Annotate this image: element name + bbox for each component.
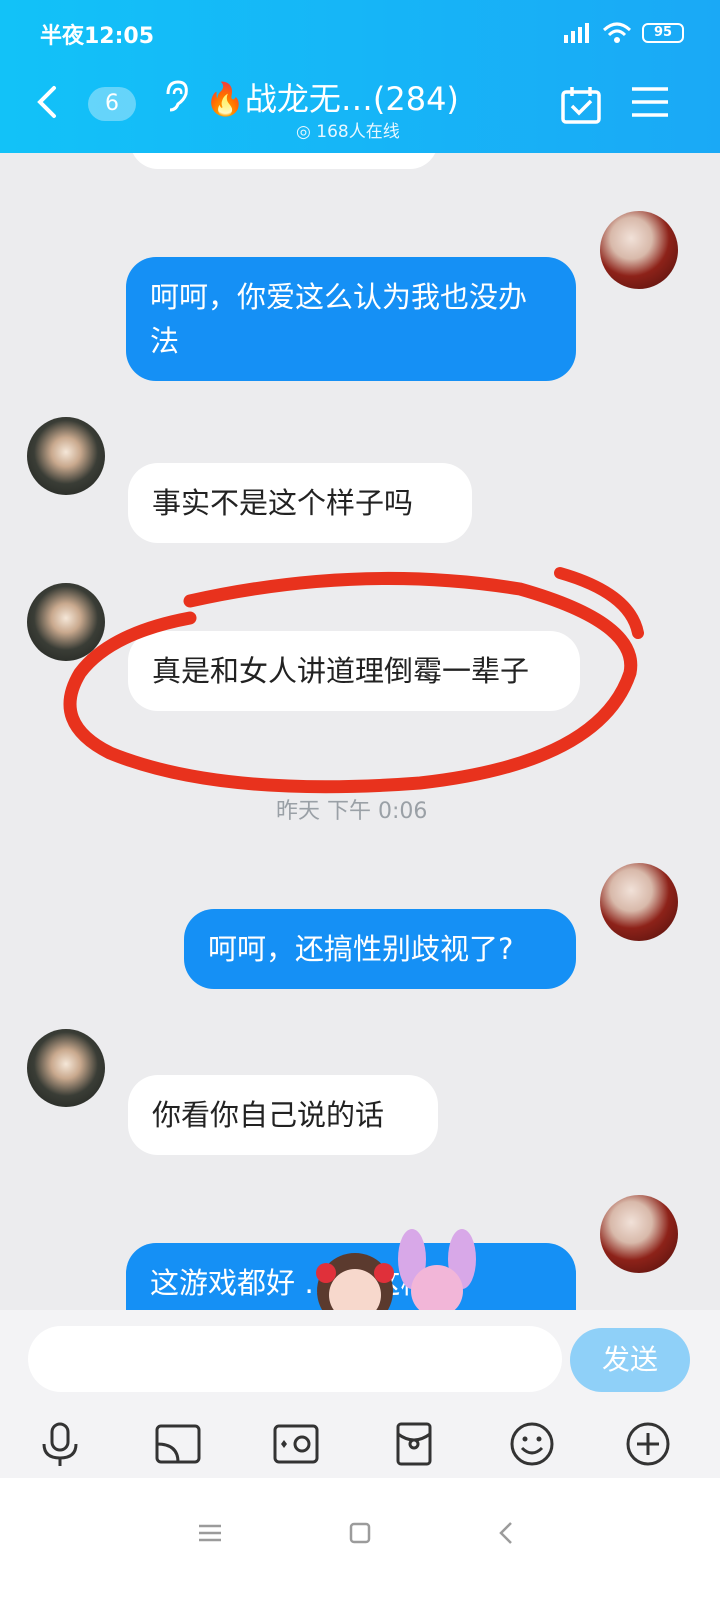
composer-bar: 发送 bbox=[0, 1310, 720, 1406]
nav-bar: 6 🔥战龙无…(284) ◎ 168人在线 bbox=[0, 70, 720, 150]
battery-level: 95 bbox=[642, 23, 684, 43]
member-count: (284) bbox=[372, 80, 459, 118]
status-icons: 95 bbox=[562, 22, 684, 44]
system-back-icon[interactable] bbox=[492, 1518, 522, 1548]
home-icon[interactable] bbox=[345, 1518, 375, 1548]
recents-icon[interactable] bbox=[195, 1518, 225, 1548]
message-input[interactable] bbox=[28, 1326, 562, 1392]
message-bubble[interactable]: 你看你自己说的话 bbox=[128, 1075, 438, 1155]
anime-sticker bbox=[316, 1229, 476, 1310]
menu-icon[interactable] bbox=[632, 86, 668, 118]
screen-share-icon[interactable] bbox=[154, 1420, 202, 1468]
my-avatar[interactable] bbox=[600, 863, 678, 941]
composer-toolbar bbox=[0, 1406, 720, 1478]
chat-header: 半夜12:05 95 6 🔥战龙无…(284) ◎ 168人在线 bbox=[0, 0, 720, 153]
sender-avatar[interactable] bbox=[27, 417, 105, 495]
back-arrow-icon[interactable] bbox=[30, 84, 66, 120]
message-bubble[interactable]: 呵呵，你爱这么认为我也没办法 bbox=[126, 257, 576, 381]
signal-icon bbox=[564, 23, 589, 43]
unread-badge[interactable]: 6 bbox=[88, 87, 136, 121]
my-avatar[interactable] bbox=[600, 1195, 678, 1273]
sender-avatar[interactable] bbox=[27, 583, 105, 661]
message-bubble[interactable]: 事实不是这个样子吗 bbox=[128, 463, 472, 543]
ear-icon[interactable] bbox=[162, 80, 190, 114]
message-bubble[interactable]: 呵呵，还搞性别歧视了? bbox=[184, 909, 576, 989]
microphone-icon[interactable] bbox=[36, 1420, 84, 1468]
my-avatar[interactable] bbox=[600, 211, 678, 289]
plus-icon[interactable] bbox=[624, 1420, 672, 1468]
group-title[interactable]: 🔥战龙无…(284) bbox=[205, 74, 459, 120]
chat-area[interactable]: 呵呵，你爱这么认为我也没办法 事实不是这个样子吗 真是和女人讲道理倒霉一辈子 昨… bbox=[0, 153, 720, 1310]
camera-icon[interactable] bbox=[272, 1420, 320, 1468]
red-envelope-icon[interactable] bbox=[390, 1420, 438, 1468]
fire-icon: 🔥 bbox=[205, 80, 245, 118]
sender-avatar[interactable] bbox=[27, 1029, 105, 1107]
wifi-icon bbox=[602, 22, 632, 43]
send-button[interactable]: 发送 bbox=[570, 1328, 690, 1392]
status-time: 半夜12:05 bbox=[40, 24, 155, 49]
system-nav-bar bbox=[0, 1478, 720, 1600]
partial-bubble bbox=[130, 153, 438, 169]
online-check-icon: ◎ bbox=[296, 122, 317, 142]
group-name: 战龙无… bbox=[244, 80, 373, 118]
online-count: 168人在线 bbox=[316, 122, 400, 142]
calendar-check-icon[interactable] bbox=[560, 84, 602, 126]
online-status: ◎ 168人在线 bbox=[296, 117, 400, 142]
emoji-icon[interactable] bbox=[508, 1420, 556, 1468]
message-bubble[interactable]: 真是和女人讲道理倒霉一辈子 bbox=[128, 631, 580, 711]
timestamp: 昨天 下午 0:06 bbox=[276, 799, 428, 824]
